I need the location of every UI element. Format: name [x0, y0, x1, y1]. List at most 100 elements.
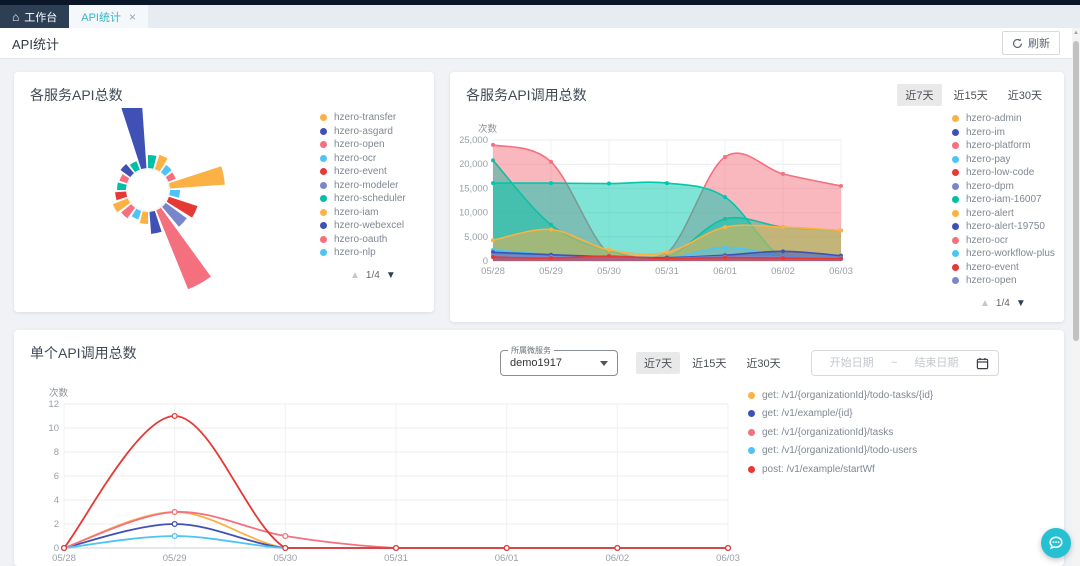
- legend-item[interactable]: hzero-event: [952, 261, 1064, 275]
- rose-chart[interactable]: [44, 108, 344, 308]
- legend-dot-icon: [952, 264, 959, 271]
- legend-label: hzero-ocr: [966, 235, 1008, 246]
- legend-dot-icon: [952, 223, 959, 230]
- legend-label: get: /v1/{organizationId}/todo-users: [762, 445, 917, 456]
- svg-text:05/30: 05/30: [597, 266, 621, 277]
- legend-item[interactable]: hzero-dpm: [952, 180, 1064, 194]
- scrollbar-thumb[interactable]: [1073, 41, 1079, 341]
- calendar-icon[interactable]: [976, 357, 989, 370]
- legend-label: hzero-iam: [334, 207, 378, 218]
- legend-item[interactable]: get: /v1/example/{id}: [748, 405, 988, 424]
- service-select-value: demo1917: [510, 357, 562, 369]
- legend-item[interactable]: hzero-ocr: [320, 152, 432, 166]
- end-date-input[interactable]: [905, 356, 967, 370]
- legend-label: hzero-iam-16007: [966, 194, 1042, 205]
- scrollbar[interactable]: ▲: [1072, 28, 1080, 566]
- legend-dot-icon: [952, 250, 959, 257]
- refresh-button[interactable]: 刷新: [1002, 31, 1060, 55]
- svg-text:05/30: 05/30: [273, 553, 297, 562]
- legend-item[interactable]: hzero-platform: [952, 139, 1064, 153]
- panel-single-title: 单个API调用总数: [30, 343, 137, 363]
- refresh-label: 刷新: [1028, 35, 1050, 51]
- legend-item[interactable]: get: /v1/{organizationId}/todo-users: [748, 442, 988, 461]
- legend-label: hzero-transfer: [334, 112, 396, 123]
- chat-button[interactable]: [1041, 528, 1071, 558]
- legend-label: hzero-open: [966, 275, 1017, 286]
- legend-label: hzero-oauth: [334, 234, 387, 245]
- start-date-input[interactable]: [821, 356, 883, 370]
- legend-label: hzero-dpm: [966, 181, 1014, 192]
- legend-item[interactable]: post: /v1/example/startWf: [748, 460, 988, 479]
- panel-api-calls: 各服务API调用总数 近7天近15天近30天 05,00010,00015,00…: [450, 72, 1064, 322]
- legend-item[interactable]: hzero-event: [320, 165, 432, 179]
- date-range-picker[interactable]: ~: [811, 350, 999, 376]
- legend-item[interactable]: hzero-ocr: [952, 234, 1064, 248]
- legend-dot-icon: [320, 141, 327, 148]
- legend-pager: ▲ 1/4 ▼: [980, 298, 1026, 309]
- legend-item[interactable]: hzero-im: [952, 126, 1064, 140]
- legend-dot-icon: [952, 196, 959, 203]
- page-indicator: 1/4: [996, 298, 1010, 309]
- legend-item[interactable]: hzero-scheduler: [320, 192, 432, 206]
- range-button[interactable]: 近15天: [946, 84, 996, 106]
- legend-item[interactable]: hzero-modeler: [320, 179, 432, 193]
- page-header: API统计 刷新: [0, 28, 1072, 59]
- legend-item[interactable]: get: /v1/{organizationId}/todo-tasks/{id…: [748, 386, 988, 405]
- legend-item[interactable]: hzero-admin: [952, 112, 1064, 126]
- service-select[interactable]: 所属微服务 demo1917: [500, 350, 618, 376]
- legend-label: hzero-alert-19750: [966, 221, 1045, 232]
- legend-item[interactable]: hzero-low-code: [952, 166, 1064, 180]
- svg-text:次数: 次数: [478, 123, 498, 135]
- close-icon[interactable]: ×: [129, 10, 136, 24]
- legend-item[interactable]: hzero-nlp: [320, 246, 432, 260]
- page-down-icon[interactable]: ▼: [386, 270, 396, 281]
- legend-item[interactable]: hzero-open: [952, 274, 1064, 288]
- service-legend: hzero-adminhzero-im hzero-platform hzero-p…: [952, 112, 1064, 288]
- legend-dot-icon: [748, 447, 755, 454]
- tab-api-stats[interactable]: API统计 ×: [69, 5, 148, 28]
- range-button[interactable]: 近30天: [738, 352, 788, 374]
- legend-label: hzero-im: [966, 127, 1005, 138]
- page-down-icon[interactable]: ▼: [1016, 298, 1026, 309]
- legend-item[interactable]: hzero-webexcel: [320, 219, 432, 233]
- legend-item[interactable]: hzero-pay: [952, 153, 1064, 167]
- range-button[interactable]: 近7天: [636, 352, 680, 374]
- svg-text:25,000: 25,000: [460, 135, 488, 146]
- tab-workbench[interactable]: ⌂ 工作台: [0, 5, 69, 28]
- area-chart[interactable]: 05,00010,00015,00020,00025,00005/2805/29…: [460, 122, 905, 290]
- legend-item[interactable]: hzero-alert: [952, 207, 1064, 221]
- legend-dot-icon: [320, 168, 327, 175]
- page-up-icon[interactable]: ▲: [350, 270, 360, 281]
- svg-text:12: 12: [48, 399, 59, 410]
- legend-item[interactable]: hzero-asgard: [320, 125, 432, 139]
- legend-label: hzero-platform: [966, 140, 1030, 151]
- service-select-label: 所属微服务: [508, 345, 554, 356]
- legend-dot-icon: [952, 183, 959, 190]
- svg-text:05/31: 05/31: [655, 266, 679, 277]
- range-button[interactable]: 近7天: [897, 84, 941, 106]
- range-button[interactable]: 近30天: [1000, 84, 1050, 106]
- line-chart[interactable]: 02468101205/2805/2905/3005/3106/0106/020…: [28, 386, 773, 562]
- scrollbar-up-icon[interactable]: ▲: [1072, 30, 1080, 36]
- svg-text:8: 8: [54, 447, 59, 458]
- time-range-buttons: 近7天近15天近30天: [897, 84, 1050, 106]
- legend-item[interactable]: hzero-alert-19750: [952, 220, 1064, 234]
- legend-label: hzero-pay: [966, 154, 1010, 165]
- legend-dot-icon: [320, 182, 327, 189]
- svg-text:05/28: 05/28: [481, 266, 505, 277]
- legend-item[interactable]: hzero-transfer: [320, 111, 432, 125]
- legend-item[interactable]: get: /v1/{organizationId}/tasks: [748, 423, 988, 442]
- page-up-icon[interactable]: ▲: [980, 298, 990, 309]
- legend-dot-icon: [320, 236, 327, 243]
- legend-item[interactable]: hzero-iam: [320, 206, 432, 220]
- range-button[interactable]: 近15天: [684, 352, 734, 374]
- legend-item[interactable]: hzero-oauth: [320, 233, 432, 247]
- legend-item[interactable]: hzero-open: [320, 138, 432, 152]
- legend-dot-icon: [320, 155, 327, 162]
- legend-pager: ▲ 1/4 ▼: [350, 270, 396, 281]
- legend-dot-icon: [320, 114, 327, 121]
- legend-item[interactable]: hzero-workflow-plus: [952, 247, 1064, 261]
- legend-item[interactable]: hzero-iam-16007: [952, 193, 1064, 207]
- tab-api-stats-label: API统计: [81, 9, 121, 25]
- legend-dot-icon: [952, 210, 959, 217]
